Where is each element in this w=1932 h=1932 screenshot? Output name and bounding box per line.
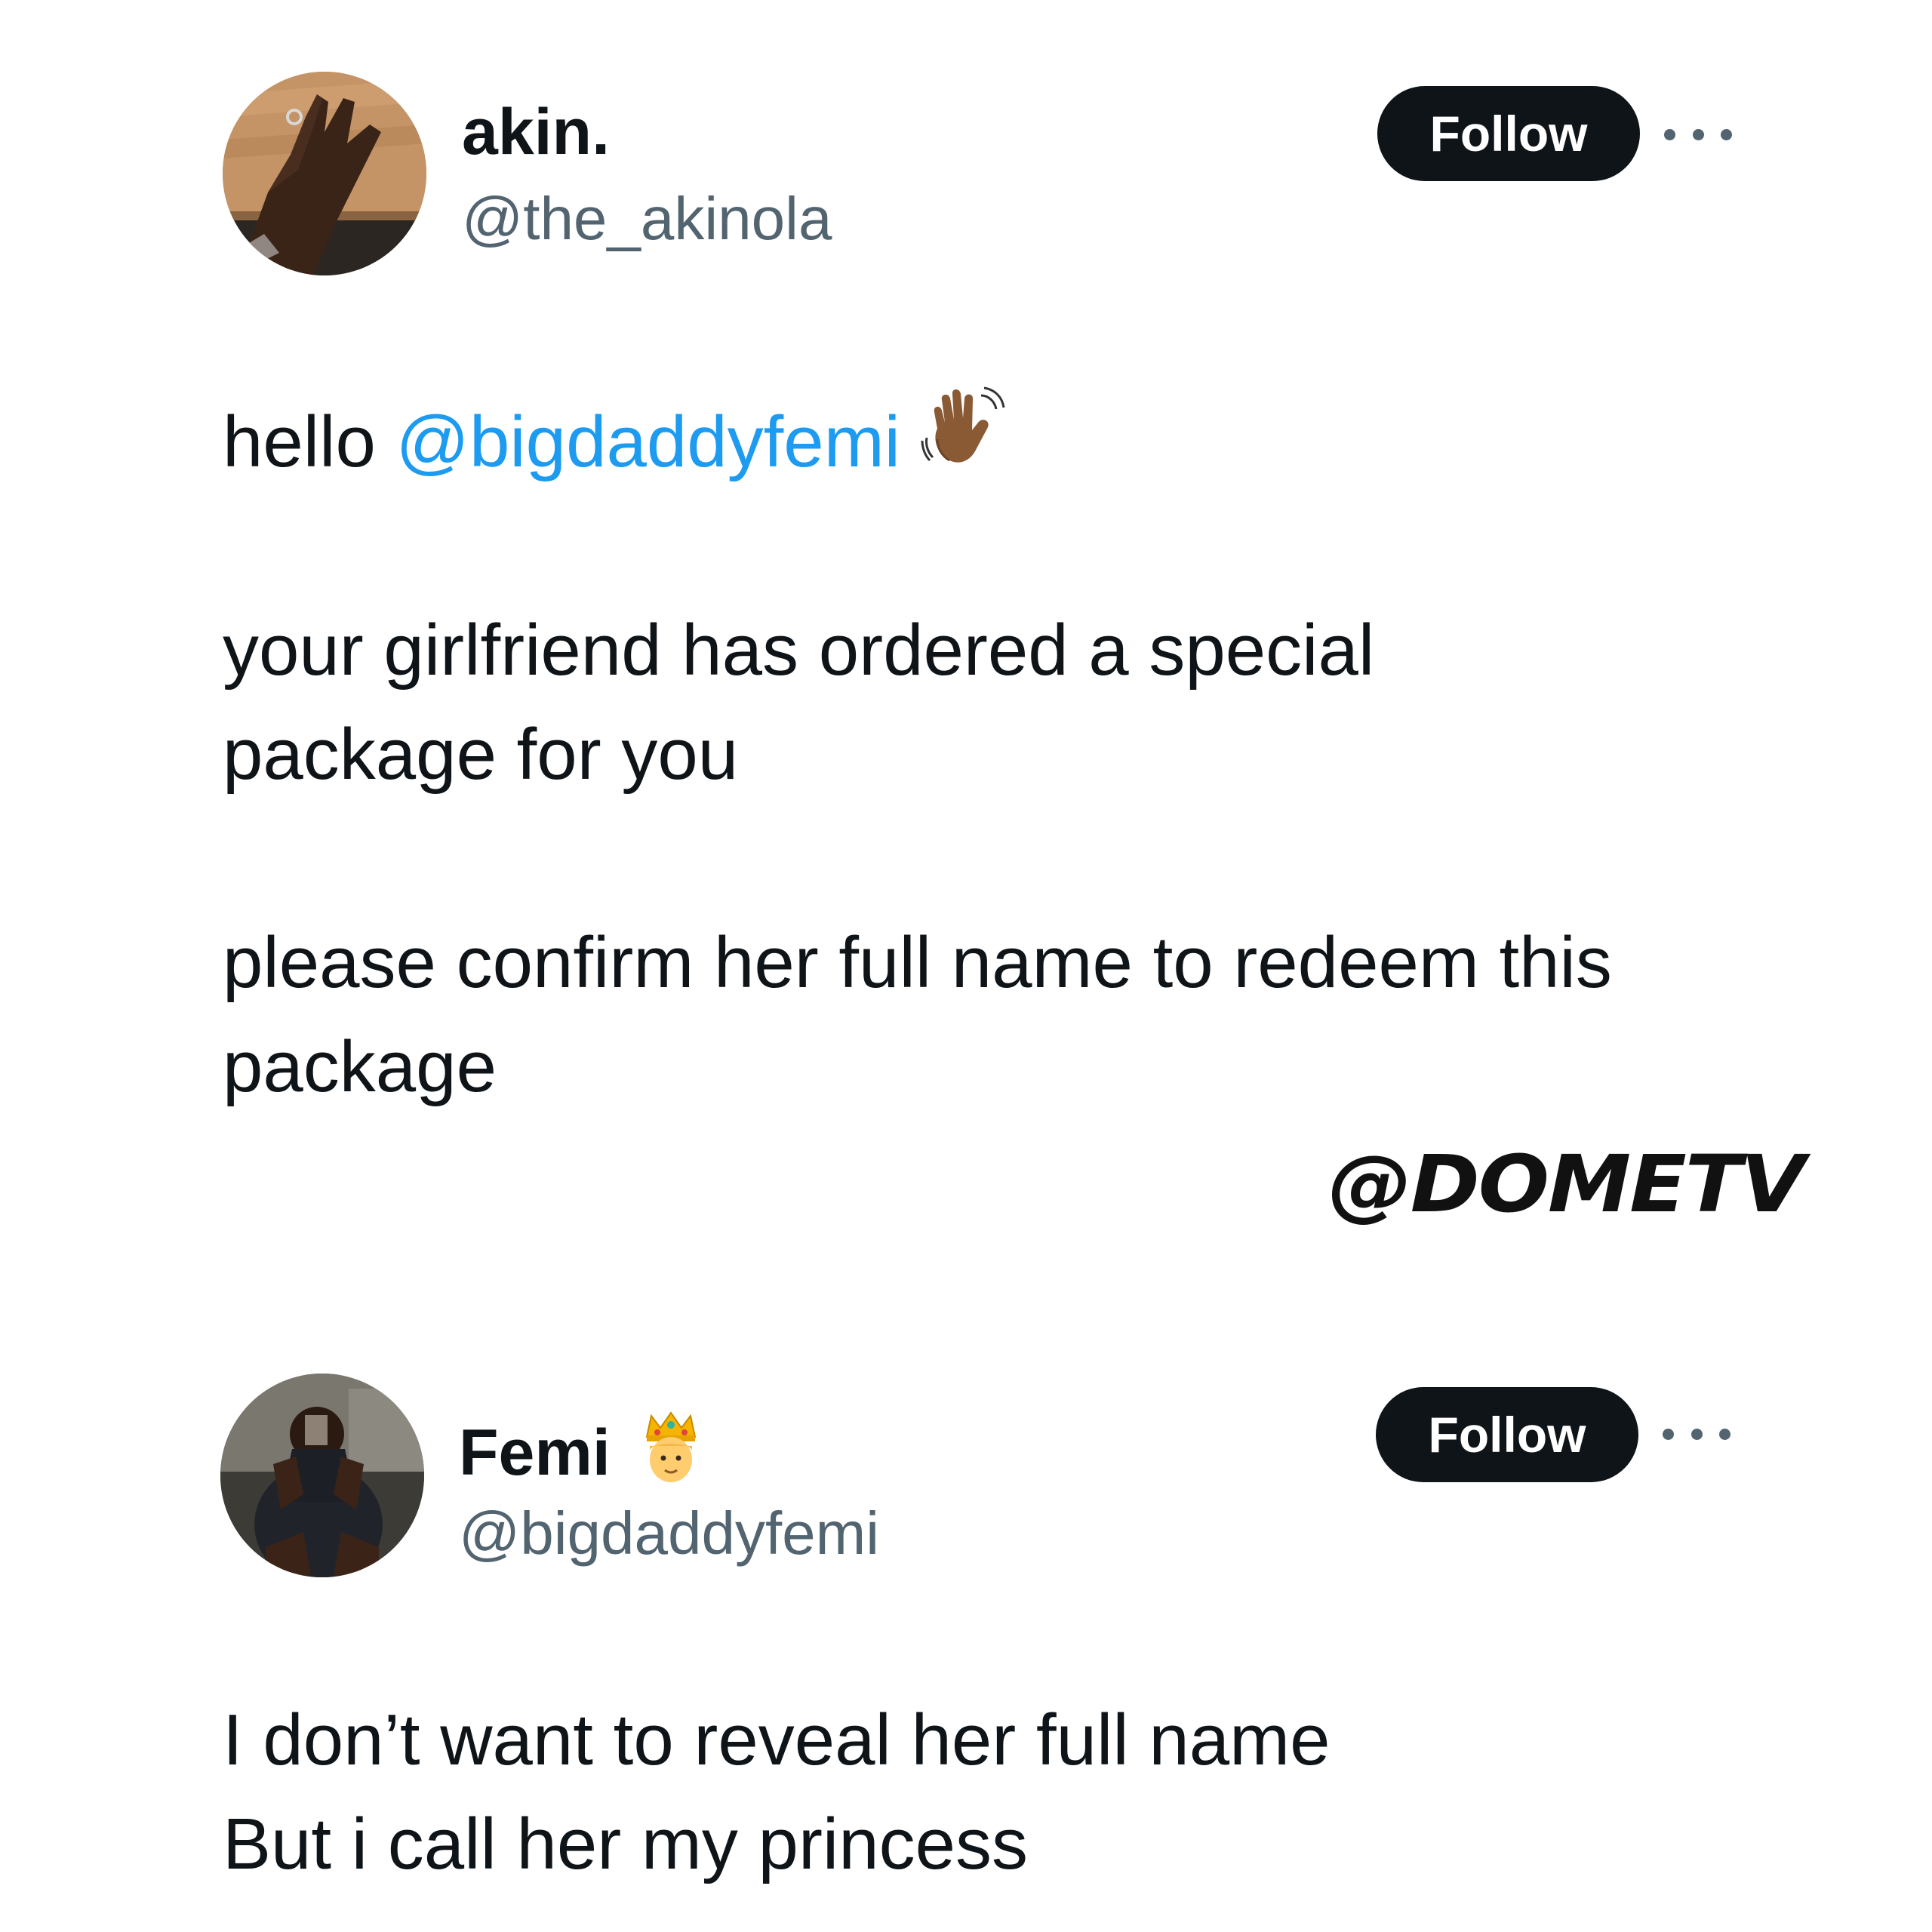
- dot: [1719, 1428, 1730, 1440]
- tweet-femi: Femi @bigdaddyfemi Follow I don’t want t…: [0, 1117, 1932, 1932]
- user-handle[interactable]: @the_akinola: [462, 181, 832, 257]
- tweet-text: hello @bigdaddyfemi your girlfriend has …: [223, 385, 1777, 1119]
- tweet-line-1: I don’t want to reveal her full name: [223, 1700, 1331, 1780]
- tweet-paragraph-greeting: hello @bigdaddyfemi: [223, 385, 1777, 494]
- avatar-akinola[interactable]: [223, 72, 426, 275]
- more-options-icon[interactable]: [1663, 1419, 1730, 1449]
- dot: [1692, 128, 1704, 140]
- display-name[interactable]: akin.: [462, 94, 610, 170]
- tweet-line-2: But i call her my princess: [223, 1804, 1029, 1884]
- tweet-paragraph-confirm: please confirm her full name to redeem t…: [223, 922, 1612, 1107]
- prince-icon: [645, 1411, 696, 1482]
- dot: [1663, 1428, 1674, 1440]
- tweet-akinola: akin. @the_akinola Follow hello @bigdadd…: [0, 0, 1932, 1230]
- display-name[interactable]: Femi: [459, 1410, 706, 1491]
- mention-link[interactable]: @bigdaddyfemi: [396, 401, 900, 482]
- dot: [1721, 128, 1732, 140]
- dot: [1690, 1428, 1703, 1440]
- tweet-text: I don’t want to reveal her full name But…: [223, 1688, 1777, 1897]
- dot: [1664, 128, 1675, 140]
- tweet-paragraph-package: your girlfriend has ordered a special pa…: [223, 610, 1375, 795]
- greeting-text: hello: [223, 401, 396, 482]
- user-handle[interactable]: @bigdaddyfemi: [459, 1496, 879, 1571]
- more-options-icon[interactable]: [1664, 119, 1732, 149]
- display-name-text: Femi: [459, 1417, 611, 1489]
- avatar-femi-image: [220, 1374, 424, 1577]
- avatar-femi[interactable]: [220, 1374, 424, 1577]
- follow-button[interactable]: Follow: [1377, 86, 1640, 181]
- waving-hand-icon: [921, 386, 1005, 463]
- follow-button[interactable]: Follow: [1376, 1387, 1638, 1482]
- avatar-akinola-image: [223, 72, 426, 275]
